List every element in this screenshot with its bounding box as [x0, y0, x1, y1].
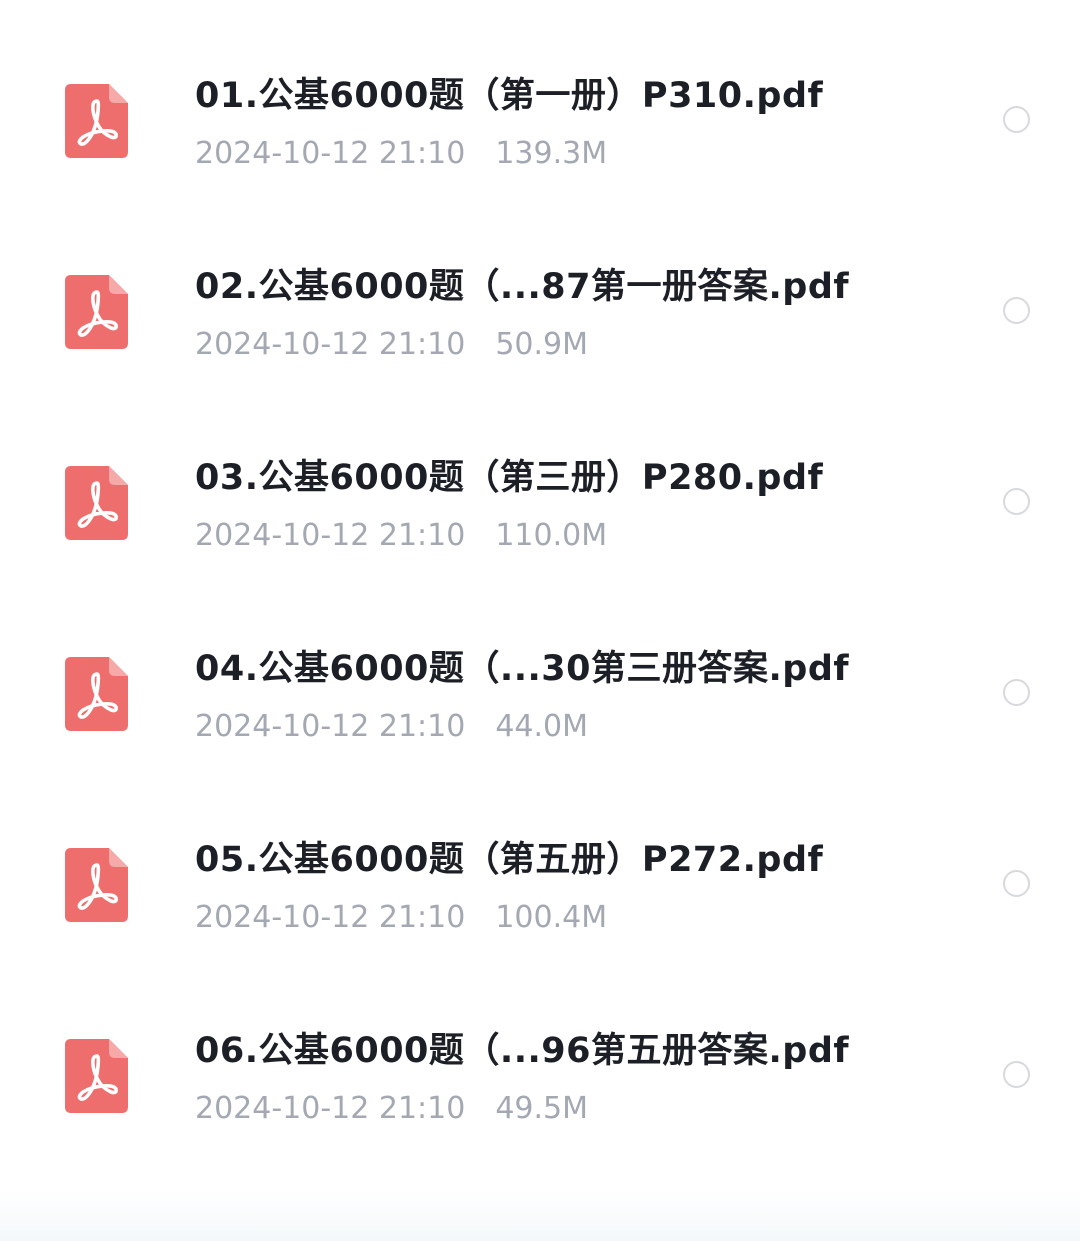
- select-radio[interactable]: [1003, 870, 1030, 897]
- pdf-icon: [65, 466, 128, 540]
- select-radio[interactable]: [1003, 1061, 1030, 1088]
- file-name: 06.公基6000题（...96第五册答案.pdf: [195, 1031, 850, 1071]
- pdf-icon: [65, 84, 128, 158]
- file-name: 03.公基6000题（第三册）P280.pdf: [195, 458, 824, 498]
- file-size: 49.5M: [495, 1091, 589, 1126]
- pdf-icon: [65, 1039, 128, 1113]
- file-size: 110.0M: [495, 518, 608, 553]
- file-size: 50.9M: [495, 327, 589, 362]
- file-meta: 2024-10-12 21:10 49.5M: [195, 1091, 588, 1127]
- file-row[interactable]: 05.公基6000题（第五册）P272.pdf 2024-10-12 21:10…: [0, 788, 1080, 979]
- file-size: 100.4M: [495, 900, 608, 935]
- file-meta: 2024-10-12 21:10 110.0M: [195, 518, 607, 554]
- pdf-icon: [65, 657, 128, 731]
- file-row[interactable]: 01.公基6000题（第一册）P310.pdf 2024-10-12 21:10…: [0, 24, 1080, 215]
- file-date: 2024-10-12 21:10: [195, 518, 466, 553]
- select-radio[interactable]: [1003, 679, 1030, 706]
- file-name: 01.公基6000题（第一册）P310.pdf: [195, 76, 824, 116]
- file-row[interactable]: 03.公基6000题（第三册）P280.pdf 2024-10-12 21:10…: [0, 406, 1080, 597]
- file-date: 2024-10-12 21:10: [195, 327, 466, 362]
- select-radio[interactable]: [1003, 297, 1030, 324]
- file-date: 2024-10-12 21:10: [195, 709, 466, 744]
- file-row[interactable]: 04.公基6000题（...30第三册答案.pdf 2024-10-12 21:…: [0, 597, 1080, 788]
- file-name: 02.公基6000题（...87第一册答案.pdf: [195, 267, 850, 307]
- file-date: 2024-10-12 21:10: [195, 1091, 466, 1126]
- file-meta: 2024-10-12 21:10 50.9M: [195, 327, 588, 363]
- file-meta: 2024-10-12 21:10 44.0M: [195, 709, 588, 745]
- pdf-icon: [65, 275, 128, 349]
- file-name: 05.公基6000题（第五册）P272.pdf: [195, 840, 824, 880]
- file-size: 139.3M: [495, 136, 608, 171]
- bottom-fade: [0, 1190, 1080, 1241]
- select-radio[interactable]: [1003, 488, 1030, 515]
- pdf-icon: [65, 848, 128, 922]
- select-radio[interactable]: [1003, 106, 1030, 133]
- file-size: 44.0M: [495, 709, 589, 744]
- file-meta: 2024-10-12 21:10 139.3M: [195, 136, 607, 172]
- file-name: 04.公基6000题（...30第三册答案.pdf: [195, 649, 850, 689]
- file-meta: 2024-10-12 21:10 100.4M: [195, 900, 607, 936]
- file-row[interactable]: 02.公基6000题（...87第一册答案.pdf 2024-10-12 21:…: [0, 215, 1080, 406]
- file-date: 2024-10-12 21:10: [195, 136, 466, 171]
- file-row[interactable]: 06.公基6000题（...96第五册答案.pdf 2024-10-12 21:…: [0, 979, 1080, 1170]
- file-date: 2024-10-12 21:10: [195, 900, 466, 935]
- file-list: 01.公基6000题（第一册）P310.pdf 2024-10-12 21:10…: [0, 0, 1080, 1241]
